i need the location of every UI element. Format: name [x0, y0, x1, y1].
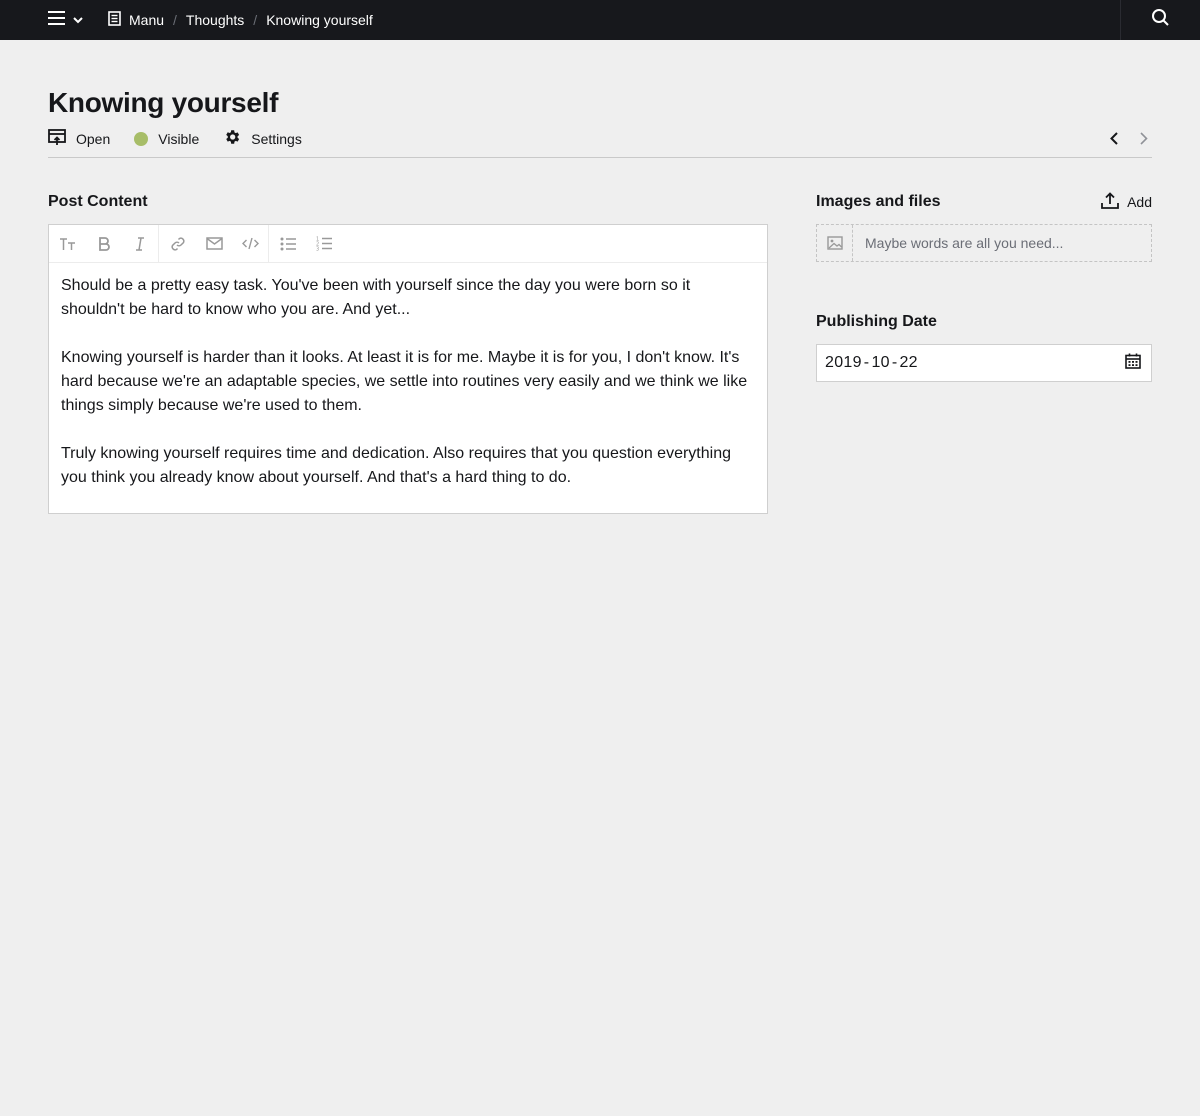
hamburger-icon	[48, 10, 65, 30]
date-year[interactable]: 2019	[825, 354, 862, 371]
breadcrumb-section[interactable]: Thoughts	[186, 12, 244, 28]
publishing-date-field[interactable]: 2019-10-22	[816, 344, 1152, 382]
date-separator: -	[891, 354, 898, 371]
next-page-icon[interactable]	[1140, 132, 1148, 145]
breadcrumb-label: Thoughts	[185, 12, 245, 28]
link-icon[interactable]	[160, 225, 196, 263]
paragraph: Knowing yourself is harder than it looks…	[61, 349, 748, 414]
search-button[interactable]	[1120, 0, 1200, 40]
ordered-list-icon[interactable]: 123	[306, 225, 342, 263]
breadcrumb-label: Knowing yourself	[266, 12, 373, 28]
date-value: 2019-10-22	[825, 354, 918, 372]
search-icon	[1152, 9, 1169, 31]
previous-page-icon[interactable]	[1110, 132, 1118, 145]
pager	[1110, 132, 1148, 145]
date-day[interactable]: 22	[899, 354, 917, 371]
add-file-button[interactable]: Add	[1101, 192, 1152, 212]
italic-icon[interactable]	[122, 225, 158, 263]
publishing-date-label: Publishing Date	[816, 313, 937, 330]
code-icon[interactable]	[232, 225, 268, 263]
editor-content[interactable]: Should be a pretty easy task. You've bee…	[49, 263, 767, 513]
breadcrumb-separator: /	[253, 12, 258, 28]
add-label: Add	[1127, 194, 1152, 210]
page-icon	[108, 11, 121, 29]
page-title: Knowing yourself	[48, 87, 279, 118]
topbar: Manu / Thoughts / Knowing yourself	[0, 0, 1200, 40]
breadcrumb-current[interactable]: Knowing yourself	[266, 12, 373, 28]
bullet-list-icon[interactable]	[270, 225, 306, 263]
post-content-editor[interactable]: 123 Should be a pretty easy task. You've…	[48, 224, 768, 514]
breadcrumb-label: Manu	[129, 12, 165, 28]
chevron-down-icon	[73, 11, 83, 29]
date-separator: -	[863, 354, 870, 371]
status-label: Visible	[158, 130, 200, 147]
paragraph: Truly knowing yourself requires time and…	[61, 445, 731, 486]
status-dot-icon	[134, 131, 149, 146]
status-button[interactable]: Visible	[134, 131, 199, 147]
files-empty-text: Maybe words are all you need...	[865, 235, 1064, 251]
date-month[interactable]: 10	[871, 354, 889, 371]
breadcrumb-site[interactable]: Manu	[108, 11, 164, 29]
bold-icon[interactable]	[86, 225, 122, 263]
settings-button[interactable]: Settings	[223, 128, 302, 149]
email-icon[interactable]	[196, 225, 232, 263]
gear-icon	[223, 128, 241, 149]
breadcrumb: Manu / Thoughts / Knowing yourself	[108, 11, 373, 29]
menu-button[interactable]	[48, 0, 83, 40]
open-label: Open	[76, 130, 111, 147]
open-preview-icon	[48, 128, 66, 149]
files-empty-state[interactable]: Maybe words are all you need...	[816, 224, 1152, 262]
open-button[interactable]: Open	[48, 128, 111, 149]
calendar-icon[interactable]	[1125, 353, 1141, 374]
heading-icon[interactable]	[50, 225, 86, 263]
paragraph: Should be a pretty easy task. You've bee…	[61, 277, 691, 318]
breadcrumb-separator: /	[173, 12, 177, 28]
settings-label: Settings	[251, 130, 302, 147]
editor-toolbar: 123	[49, 224, 767, 263]
header-bar: Open Visible Settings	[48, 120, 1152, 158]
svg-text:3: 3	[316, 247, 319, 252]
files-label: Images and files	[816, 193, 941, 210]
post-content-label: Post Content	[48, 193, 148, 210]
image-icon	[817, 225, 853, 261]
upload-icon	[1101, 192, 1119, 212]
